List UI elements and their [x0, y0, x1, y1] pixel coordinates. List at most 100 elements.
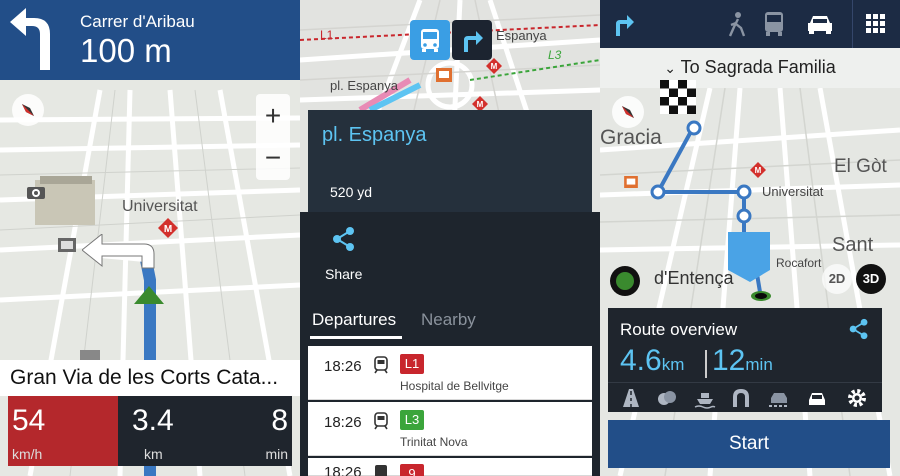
departure-row[interactable]: 18:26 L1 Hospital de Bellvitge	[308, 346, 592, 400]
stat-divider	[705, 350, 707, 378]
destination-bar[interactable]: ⌄ To Sagrada Familia	[600, 48, 900, 88]
line-badge: L3	[400, 410, 424, 430]
zoom-out-button[interactable]: −	[256, 138, 290, 178]
carpool-icon[interactable]	[806, 387, 828, 409]
svg-text:M: M	[164, 224, 172, 235]
transit-mode-button[interactable]	[410, 20, 450, 60]
svg-text:M: M	[491, 62, 498, 71]
rail-icon	[436, 68, 452, 82]
parking-icon	[58, 238, 76, 252]
view-2d-button[interactable]: 2D	[822, 264, 852, 294]
active-tab-indicator	[310, 336, 402, 339]
car-icon[interactable]	[806, 13, 834, 35]
route-time-unit: min	[745, 355, 773, 374]
distance-unit: km	[144, 446, 163, 462]
route-distance: 4.6km	[620, 344, 684, 378]
place-name: pl. Espanya	[322, 124, 427, 146]
chevron-down-icon: ⌄	[664, 60, 676, 76]
place-details-panel: L1 L3 Espanya pl. Espanya M M pl. Espany…	[300, 0, 600, 476]
navigation-panel: Carrer d'Aribau 100 m + − Universitat M …	[0, 0, 300, 476]
compass-icon[interactable]	[612, 96, 644, 128]
svg-text:M: M	[755, 166, 762, 175]
map-label-pl-espanya: pl. Espanya	[330, 78, 398, 93]
distance-to-turn: 100 m	[80, 32, 172, 69]
departure-row[interactable]: 18:26 9	[308, 458, 592, 476]
walk-icon[interactable]	[726, 12, 748, 38]
departure-destination: Trinitat Nova	[400, 435, 468, 449]
camera-icon	[27, 187, 45, 199]
tab-departures[interactable]: Departures	[312, 310, 396, 330]
place-card[interactable]: pl. Espanya 520 yd	[308, 110, 592, 212]
map-label-el-got: El Gòt	[834, 156, 887, 177]
maneuver-header: Carrer d'Aribau 100 m	[0, 0, 300, 80]
departure-destination: Hospital de Bellvitge	[400, 379, 509, 393]
share-label: Share	[325, 266, 363, 282]
highway-icon[interactable]	[620, 387, 642, 409]
building-icon	[80, 350, 100, 360]
destination-name: To Sagrada Familia	[680, 57, 836, 77]
metro-icon: M	[750, 162, 766, 178]
remaining-distance-stat: 3.4 km	[118, 396, 208, 466]
departure-time: 18:26	[324, 414, 362, 431]
metro-icon: M	[486, 58, 502, 74]
trip-stats: 54 km/h 3.4 km 8 min	[8, 396, 292, 466]
map-label-universitat: Universitat	[762, 184, 824, 199]
departure-time: 18:26	[324, 358, 362, 375]
next-street-name: Carrer d'Aribau	[80, 12, 195, 31]
route-distance-unit: km	[661, 355, 685, 374]
time-value: 8	[271, 404, 288, 437]
map-label-entenca: d'Entença	[654, 268, 734, 288]
map-label-l3: L3	[548, 48, 562, 62]
map-label-espanya: Espanya	[496, 28, 547, 43]
toolbar-divider	[852, 0, 853, 48]
map-label-l1: L1	[320, 28, 334, 42]
view-3d-button[interactable]: 3D	[856, 264, 886, 294]
tunnel-icon[interactable]	[730, 387, 752, 409]
departure-time: 18:26	[324, 464, 362, 476]
directions-icon[interactable]	[610, 10, 638, 38]
share-icon[interactable]	[848, 318, 870, 340]
zoom-in-button[interactable]: +	[256, 96, 290, 136]
route-time: 12min	[712, 344, 773, 378]
map-label-universitat: Universitat	[122, 198, 198, 215]
route-overview-card: Route overview 4.6km 12min	[608, 308, 882, 412]
destination-label: ⌄ To Sagrada Familia	[600, 57, 900, 78]
bus-icon[interactable]	[762, 10, 786, 38]
line-badge: 9	[400, 464, 424, 476]
route-distance-value: 4.6	[620, 344, 662, 377]
directions-button[interactable]	[452, 20, 492, 60]
remaining-time-stat: 8 min	[208, 396, 292, 466]
directions-icon	[464, 31, 483, 52]
turn-left-icon	[10, 8, 50, 70]
share-icon	[333, 227, 354, 251]
route-overview-title: Route overview	[620, 320, 738, 339]
settings-icon[interactable]	[846, 387, 868, 409]
map-label-rocafort: Rocafort	[776, 256, 822, 270]
ferry-icon[interactable]	[694, 387, 716, 409]
toll-icon[interactable]	[656, 387, 678, 409]
map-label-sant: Sant	[832, 234, 874, 256]
start-button[interactable]: Start	[608, 420, 890, 468]
time-unit: min	[265, 446, 288, 462]
compass-icon[interactable]	[12, 94, 44, 126]
tab-nearby[interactable]: Nearby	[421, 310, 476, 330]
speed-value: 54	[12, 404, 46, 437]
train-icon	[374, 412, 388, 430]
view-toggle: 2D 3D	[822, 264, 892, 294]
turn-arrow-map-icon	[82, 234, 155, 269]
destination-flag-icon	[660, 80, 696, 114]
route-time-value: 12	[712, 344, 746, 377]
line-badge: L1	[400, 354, 424, 374]
bus-icon	[421, 29, 439, 52]
distance-value: 3.4	[132, 404, 174, 437]
bus-icon	[375, 465, 387, 476]
grid-icon[interactable]	[866, 14, 886, 34]
departure-row[interactable]: 18:26 L3 Trinitat Nova	[308, 402, 592, 456]
route-overview-panel: ⌄ To Sagrada Familia Gracia El Gòt Unive…	[600, 0, 900, 476]
share-button[interactable]	[324, 226, 364, 257]
zoom-controls: + −	[256, 94, 290, 180]
car-train-icon[interactable]	[768, 387, 790, 409]
train-icon	[374, 356, 388, 374]
speed-unit: km/h	[12, 446, 43, 462]
map-label-gracia: Gracia	[600, 126, 662, 149]
